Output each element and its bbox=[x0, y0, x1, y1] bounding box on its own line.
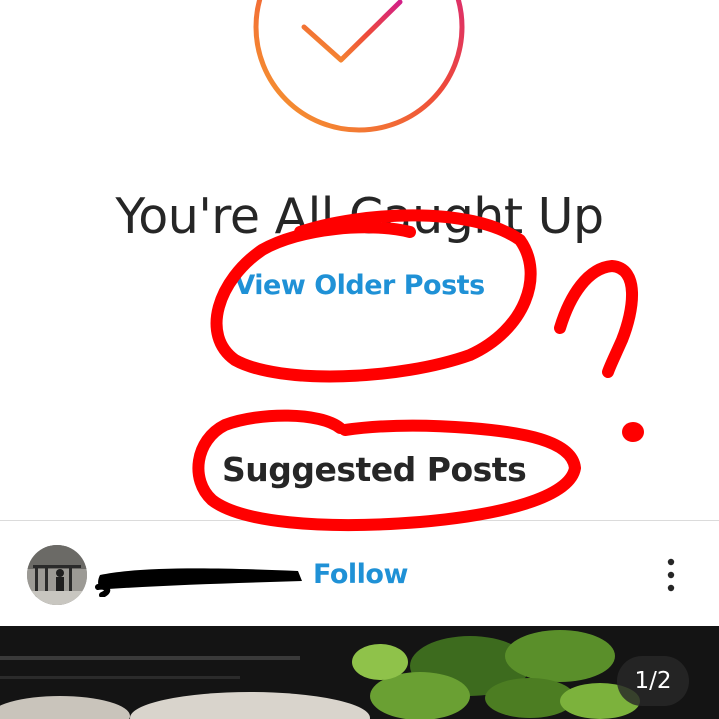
avatar[interactable] bbox=[27, 545, 87, 605]
more-vertical-icon[interactable] bbox=[656, 555, 686, 595]
carousel-page-indicator: 1/2 bbox=[617, 656, 689, 706]
follow-button[interactable]: Follow bbox=[313, 559, 408, 590]
post-photo bbox=[0, 626, 719, 719]
view-older-posts-link[interactable]: View Older Posts bbox=[0, 270, 719, 301]
avatar-photo bbox=[27, 545, 87, 605]
suggested-posts-heading: Suggested Posts bbox=[222, 450, 527, 489]
post-image[interactable] bbox=[0, 626, 719, 719]
checkmark-circle-icon bbox=[253, 0, 465, 133]
annotation-question-dot bbox=[622, 422, 644, 442]
instagram-feed-screen: You're All Caught Up View Older Posts Su… bbox=[0, 0, 719, 719]
username-redacted bbox=[95, 568, 302, 597]
caught-up-title: You're All Caught Up bbox=[115, 188, 604, 245]
post-header: Follow bbox=[0, 521, 719, 626]
